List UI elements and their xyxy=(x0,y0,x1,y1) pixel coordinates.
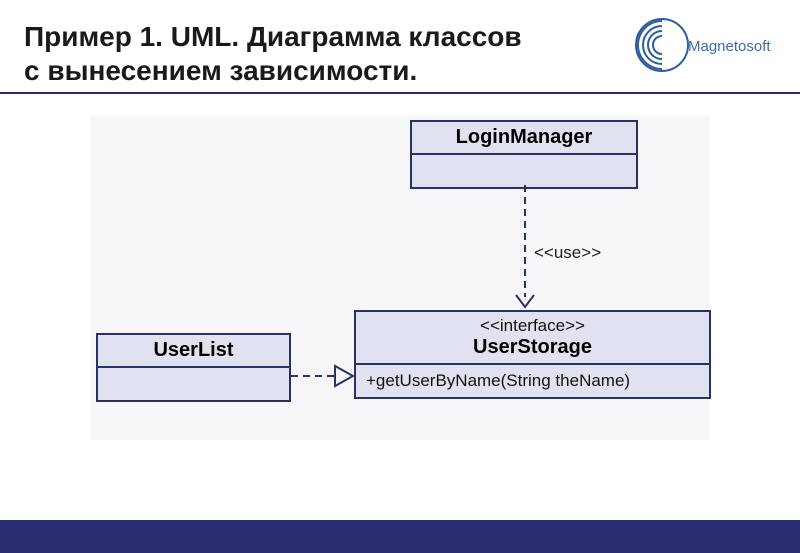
class-body-empty xyxy=(98,368,289,400)
uml-class-userlist: UserList xyxy=(96,333,291,402)
uml-class-userstorage: <<interface>> UserStorage +getUserByName… xyxy=(354,310,711,399)
class-name: LoginManager xyxy=(420,126,628,149)
uml-diagram: LoginManager UserList <<interface>> User… xyxy=(90,115,710,440)
slide-title: Пример 1. UML. Диаграмма классов с вынес… xyxy=(24,20,604,87)
class-name: UserStorage xyxy=(364,336,701,359)
class-stereotype: <<interface>> xyxy=(364,316,701,336)
company-logo: Magnetosoft xyxy=(626,12,776,78)
relation-use-label: <<use>> xyxy=(534,243,601,263)
title-line-2: с вынесением зависимости. xyxy=(24,55,417,86)
class-name: UserList xyxy=(106,339,281,362)
uml-class-loginmanager: LoginManager xyxy=(410,120,638,189)
footer-bar xyxy=(0,520,800,553)
slide-header: Пример 1. UML. Диаграмма классов с вынес… xyxy=(0,0,800,94)
relation-realization xyxy=(291,361,357,391)
class-operation: +getUserByName(String theName) xyxy=(356,365,709,397)
svg-text:Magnetosoft: Magnetosoft xyxy=(688,38,771,55)
class-body-empty xyxy=(412,155,636,187)
title-line-1: Пример 1. UML. Диаграмма классов xyxy=(24,21,522,52)
header-underline xyxy=(0,92,800,94)
